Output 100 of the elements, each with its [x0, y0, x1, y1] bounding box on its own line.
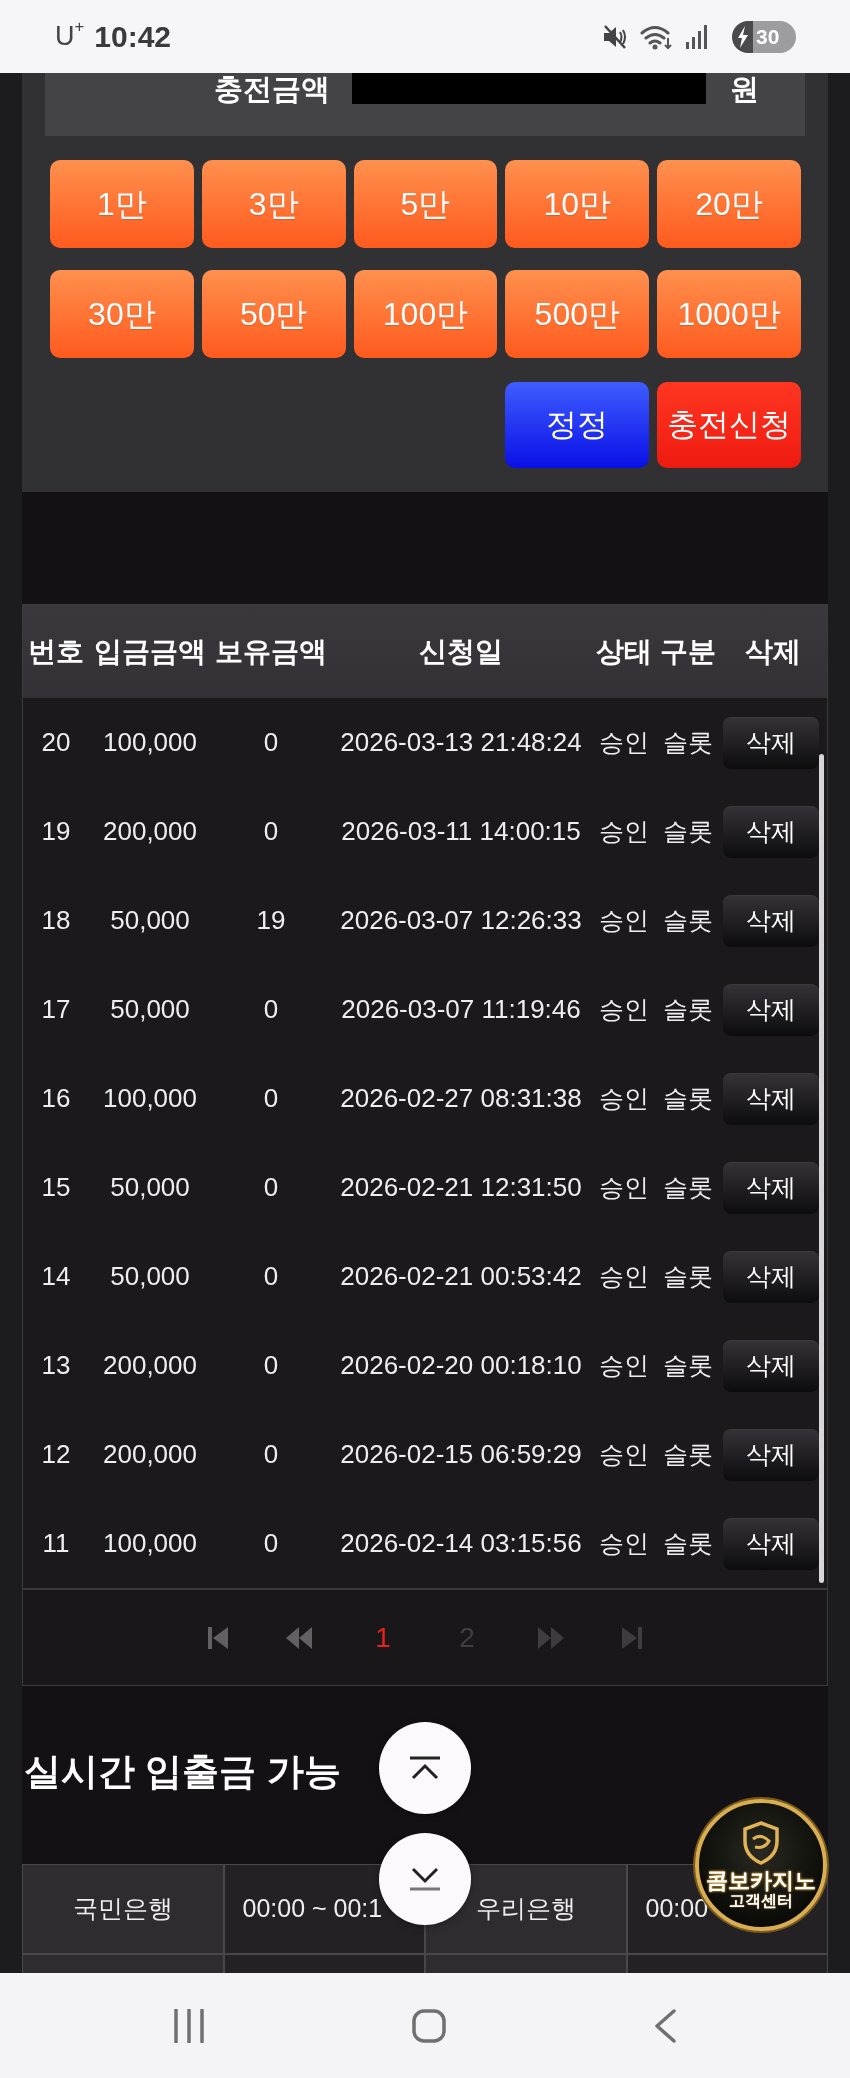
request-date: 2026-03-11 14:00:15 — [340, 815, 582, 848]
column-header: 번호 — [27, 634, 85, 669]
balance-amount: 0 — [262, 1349, 280, 1382]
deposit-amount: 50,000 — [109, 1260, 191, 1293]
status-text: 승인 — [598, 1171, 650, 1203]
delete-button[interactable]: 삭제 — [723, 894, 819, 947]
column-header: 신청일 — [418, 634, 504, 669]
wifi-icon — [640, 23, 674, 50]
shield-icon — [741, 1820, 781, 1865]
bolt-icon — [737, 25, 749, 48]
balance-amount: 0 — [262, 1527, 280, 1560]
balance-amount: 0 — [262, 993, 280, 1026]
request-date: 2026-03-07 11:19:46 — [340, 993, 582, 1026]
category-text: 슬롯 — [662, 726, 714, 758]
category-text: 슬롯 — [662, 1438, 714, 1470]
row-number: 17 — [40, 993, 72, 1026]
balance-amount: 19 — [255, 904, 287, 937]
row-number: 18 — [40, 904, 72, 937]
amount-button[interactable]: 5만 — [353, 160, 498, 248]
balance-amount: 0 — [262, 1171, 280, 1204]
request-date: 2026-03-13 21:48:24 — [339, 726, 583, 759]
page-link[interactable]: 1 — [370, 1623, 396, 1652]
status-text: 승인 — [598, 726, 650, 758]
deposit-amount: 200,000 — [102, 1438, 198, 1471]
back-icon[interactable] — [653, 2008, 677, 2043]
category-text: 슬롯 — [662, 1527, 714, 1559]
amount-button[interactable]: 1만 — [50, 160, 194, 248]
amount-button[interactable]: 50만 — [201, 270, 346, 358]
delete-button[interactable]: 삭제 — [723, 983, 819, 1036]
row-number: 11 — [41, 1527, 71, 1560]
category-text: 슬롯 — [662, 904, 714, 936]
delete-button[interactable]: 삭제 — [723, 1072, 819, 1125]
status-text: 승인 — [598, 1260, 650, 1292]
category-text: 슬롯 — [662, 1260, 714, 1292]
row-number: 14 — [40, 1260, 72, 1293]
caret-down-icon — [408, 1867, 442, 1891]
mute-icon — [602, 23, 628, 50]
row-number: 19 — [40, 815, 72, 848]
amount-button[interactable]: 1000만 — [657, 270, 801, 358]
category-text: 슬롯 — [662, 815, 714, 847]
balance-amount: 0 — [262, 726, 280, 759]
request-date: 2026-02-21 12:31:50 — [339, 1171, 583, 1204]
previous-page-icon[interactable] — [286, 1626, 312, 1649]
battery-percent: 30 — [756, 26, 780, 47]
column-header: 보유금액 — [214, 634, 328, 669]
status-text: 승인 — [598, 1349, 650, 1381]
deposit-amount: 50,000 — [109, 1171, 191, 1204]
category-text: 슬롯 — [662, 1349, 714, 1381]
amount-button[interactable]: 100만 — [353, 270, 498, 358]
amount-button[interactable]: 3만 — [201, 160, 346, 248]
amount-label: 충전금액 — [213, 73, 330, 105]
request-date: 2026-02-27 08:31:38 — [339, 1082, 583, 1115]
amount-button[interactable]: 500만 — [505, 270, 650, 358]
delete-button[interactable]: 삭제 — [723, 1517, 819, 1570]
request-date: 2026-02-21 00:53:42 — [339, 1260, 583, 1293]
deposit-amount: 200,000 — [102, 1349, 198, 1382]
submit-button[interactable]: 충전신청 — [657, 382, 801, 468]
delete-button[interactable]: 삭제 — [723, 805, 819, 858]
row-number: 13 — [40, 1349, 72, 1382]
delete-button[interactable]: 삭제 — [723, 1250, 819, 1303]
balance-amount: 0 — [262, 1260, 280, 1293]
home-icon[interactable] — [412, 2008, 446, 2043]
recent-apps-icon[interactable] — [173, 2008, 205, 2043]
first-page-icon[interactable] — [208, 1625, 228, 1650]
balance-amount: 0 — [262, 1438, 280, 1471]
column-header: 상태 — [595, 634, 653, 669]
delete-button[interactable]: 삭제 — [723, 1428, 819, 1481]
column-header: 구분 — [659, 634, 717, 669]
column-header: 입금금액 — [93, 634, 207, 669]
clock-time: 10:42 — [94, 21, 171, 52]
bank-name-cell: 국민은행 — [23, 1865, 223, 1953]
caret-up-icon — [408, 1756, 442, 1780]
status-text: 승인 — [598, 1082, 650, 1114]
row-number: 20 — [40, 726, 72, 759]
status-text: 승인 — [598, 904, 650, 936]
row-number: 12 — [40, 1438, 72, 1471]
row-number: 16 — [40, 1082, 72, 1115]
carrier-name: U$^{+}$ — [55, 23, 85, 50]
status-text: 승인 — [598, 1527, 650, 1559]
status-text: 승인 — [598, 1438, 650, 1470]
signal-icon — [686, 24, 708, 49]
currency-unit: 원 — [730, 73, 759, 105]
deposit-amount: 100,000 — [102, 1082, 198, 1115]
deposit-amount: 50,000 — [109, 904, 191, 937]
request-date: 2026-02-20 00:18:10 — [339, 1349, 583, 1382]
amount-button[interactable]: 10만 — [505, 160, 650, 248]
section-title: 실시간 입출금 가능 — [24, 1750, 341, 1794]
deposit-amount: 100,000 — [102, 726, 198, 759]
balance-amount: 0 — [262, 1082, 280, 1115]
amount-button[interactable]: 30만 — [50, 270, 194, 358]
deposit-amount: 100,000 — [102, 1527, 198, 1560]
delete-button[interactable]: 삭제 — [723, 716, 819, 769]
row-number: 15 — [40, 1171, 72, 1204]
delete-button[interactable]: 삭제 — [723, 1161, 819, 1214]
amount-button[interactable]: 20만 — [657, 160, 801, 248]
request-date: 2026-02-14 03:15:56 — [339, 1527, 583, 1560]
status-text: 승인 — [598, 815, 650, 847]
category-text: 슬롯 — [662, 1171, 714, 1203]
reset-button[interactable]: 정정 — [505, 382, 649, 468]
delete-button[interactable]: 삭제 — [723, 1339, 819, 1392]
